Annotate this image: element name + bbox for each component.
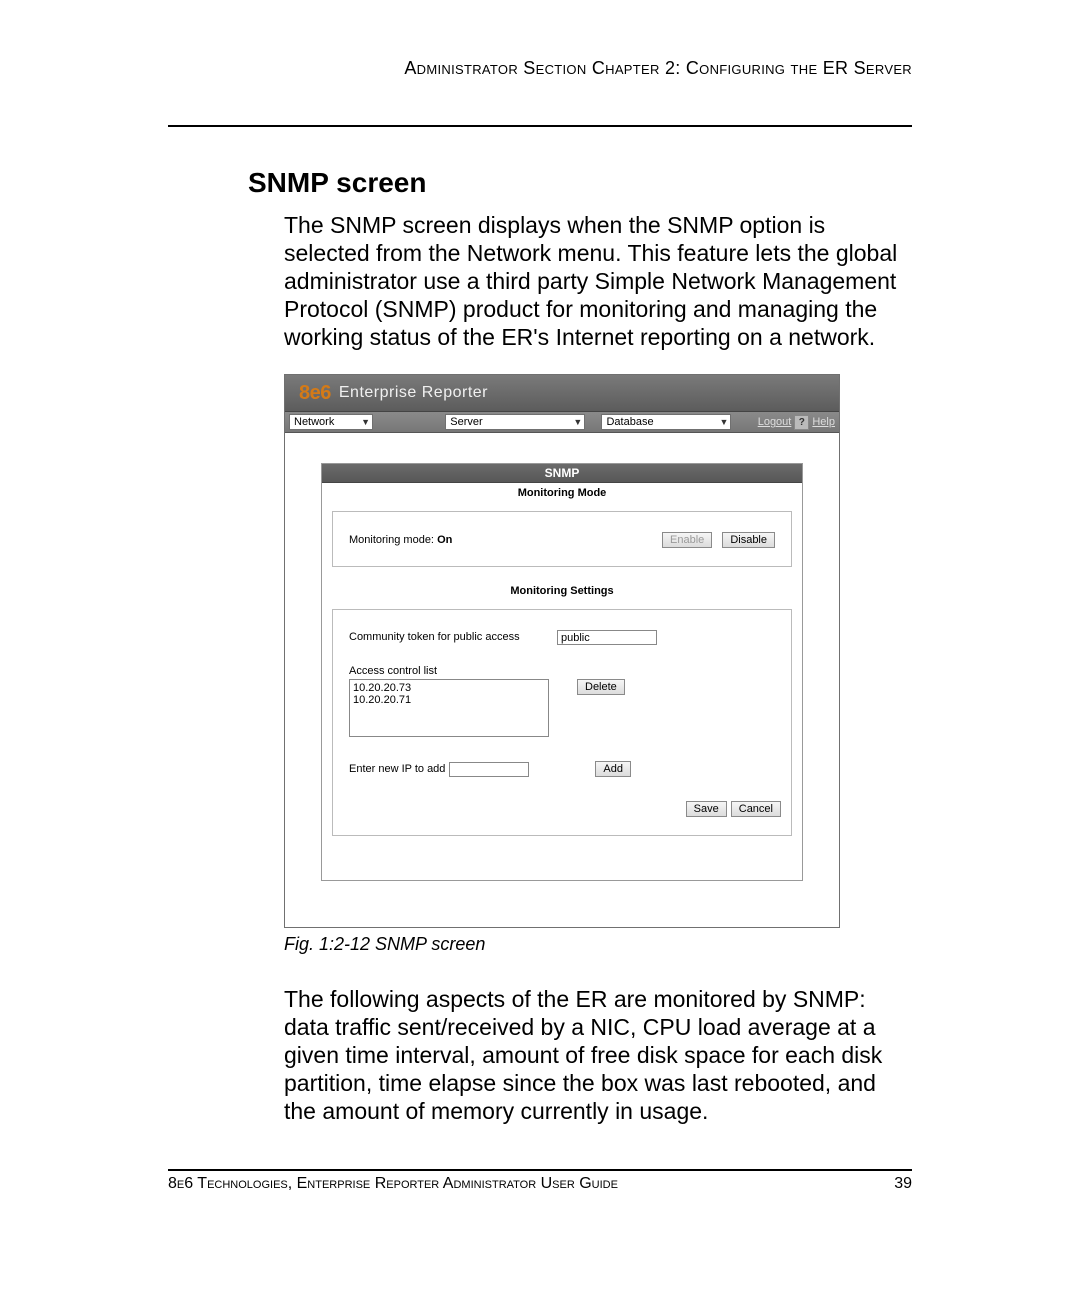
page-footer: 8e6 Technologies, Enterprise Reporter Ad… (168, 1169, 912, 1193)
menu-database[interactable]: Database ▼ (601, 414, 731, 430)
save-button[interactable]: Save (686, 801, 727, 817)
page-header: Administrator Section Chapter 2: Configu… (168, 58, 912, 79)
monitoring-settings-section: Community token for public access Access… (332, 609, 792, 836)
help-link[interactable]: Help (812, 416, 835, 428)
menu-server[interactable]: Server ▼ (445, 414, 585, 430)
monitoring-settings-heading: Monitoring Settings (322, 581, 802, 603)
snmp-screenshot-figure: 8e6 Enterprise Reporter Network ▼ Server… (284, 374, 840, 928)
snmp-panel: SNMP Monitoring Mode Monitoring mode: On… (321, 463, 803, 881)
monitoring-mode-label-text: Monitoring mode: (349, 534, 434, 546)
cancel-button[interactable]: Cancel (731, 801, 781, 817)
menu-network[interactable]: Network ▼ (289, 414, 373, 430)
app-menubar: Network ▼ Server ▼ Database ▼ Logout ? (285, 412, 839, 433)
acl-listbox[interactable]: 10.20.20.73 10.20.20.71 (349, 679, 549, 737)
figure-caption: Fig. 1:2-12 SNMP screen (168, 934, 912, 955)
enable-button[interactable]: Enable (662, 532, 712, 548)
footer-page-number: 39 (894, 1175, 912, 1193)
intro-paragraph: The SNMP screen displays when the SNMP o… (168, 211, 912, 351)
app-titlebar: 8e6 Enterprise Reporter (285, 375, 839, 412)
acl-label: Access control list (349, 665, 775, 677)
header-text: Administrator Section Chapter 2: Configu… (404, 58, 912, 78)
monitoring-mode-label: Monitoring mode: On (349, 534, 529, 546)
monitoring-mode-section: Monitoring mode: On Enable Disable (332, 511, 792, 567)
logo-brand: 8e6 (299, 382, 331, 405)
monitoring-mode-heading: Monitoring Mode (322, 483, 802, 505)
community-token-label: Community token for public access (349, 630, 549, 643)
footer-left: 8e6 Technologies, Enterprise Reporter Ad… (168, 1175, 618, 1193)
dropdown-arrow-icon: ▼ (720, 417, 729, 427)
menu-network-label: Network (294, 416, 334, 428)
menu-server-label: Server (450, 416, 482, 428)
after-paragraph: The following aspects of the ER are moni… (168, 985, 912, 1125)
dropdown-arrow-icon: ▼ (361, 417, 370, 427)
menu-database-label: Database (606, 416, 653, 428)
logo-text: Enterprise Reporter (339, 384, 488, 402)
dropdown-arrow-icon: ▼ (573, 417, 582, 427)
new-ip-input[interactable] (449, 762, 529, 777)
help-icon[interactable]: ? (794, 415, 809, 430)
monitoring-mode-value: On (437, 534, 452, 546)
app-body: SNMP Monitoring Mode Monitoring mode: On… (285, 433, 839, 927)
disable-button[interactable]: Disable (722, 532, 775, 548)
section-title: SNMP screen (168, 167, 912, 199)
add-button[interactable]: Add (595, 761, 631, 777)
panel-title: SNMP (322, 464, 802, 483)
list-item[interactable]: 10.20.20.73 (353, 682, 545, 694)
logout-link[interactable]: Logout (758, 416, 792, 428)
delete-button[interactable]: Delete (577, 679, 625, 695)
community-token-input[interactable] (557, 630, 657, 645)
new-ip-label: Enter new IP to add (349, 763, 445, 775)
list-item[interactable]: 10.20.20.71 (353, 694, 545, 706)
